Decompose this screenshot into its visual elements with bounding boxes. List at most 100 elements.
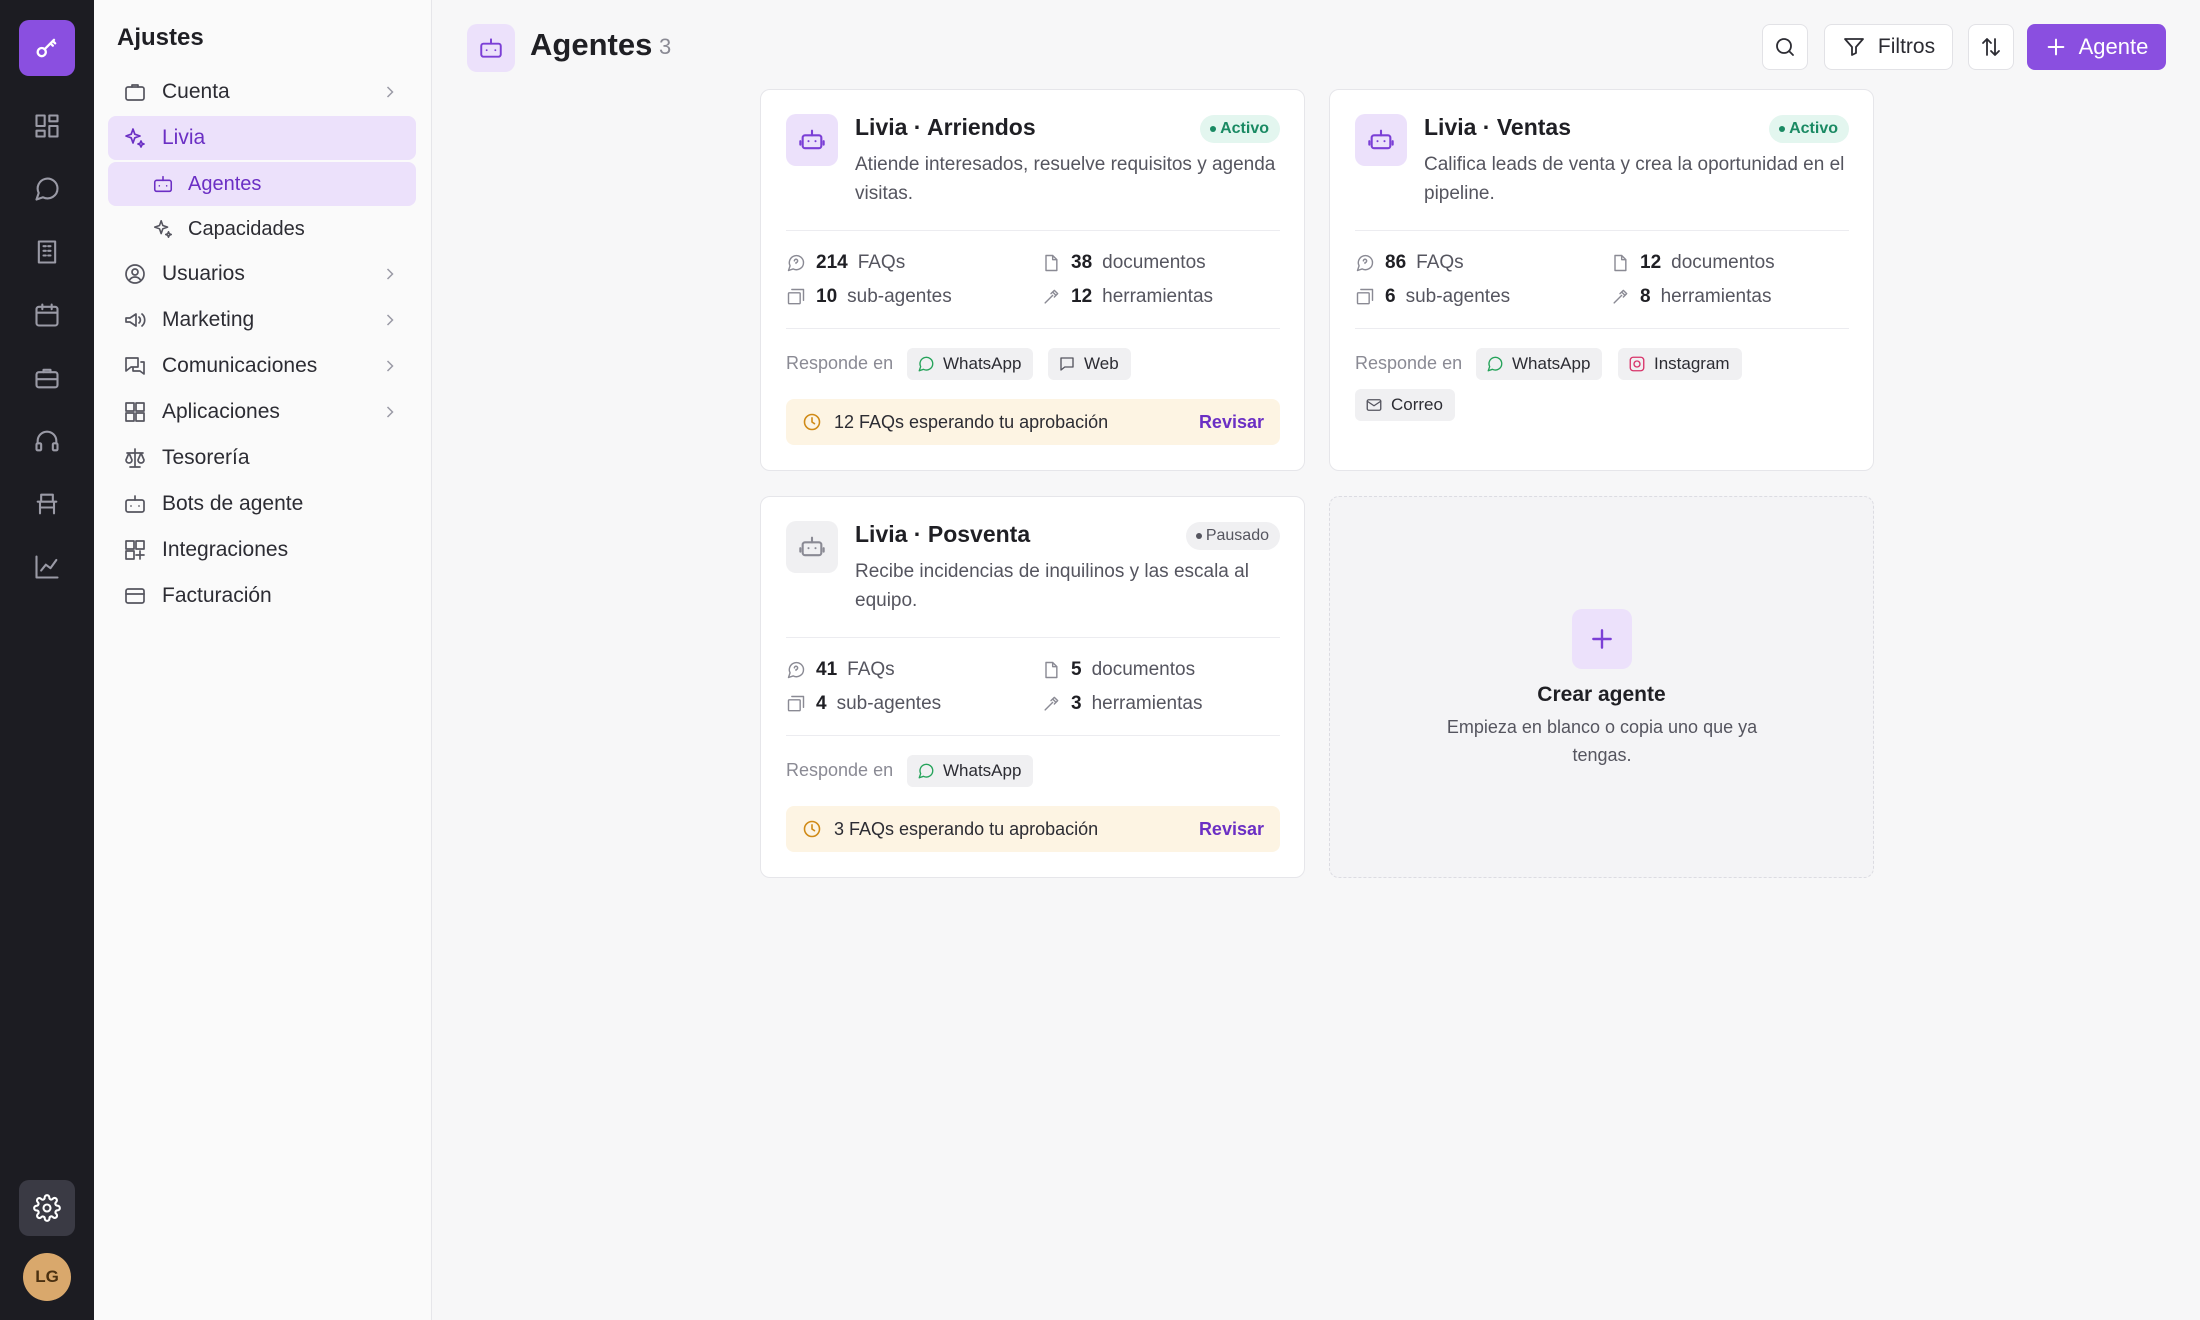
sidebar-title: Ajustes	[117, 24, 204, 51]
sidebar-item-integraciones[interactable]: Integraciones	[108, 528, 416, 572]
tool-icon	[1044, 696, 1059, 711]
scale-icon	[122, 445, 148, 471]
chevron-right-icon	[380, 402, 400, 422]
document-icon	[1614, 254, 1627, 272]
chevron-right-icon	[380, 82, 400, 102]
plus-icon[interactable]	[1572, 609, 1632, 669]
bot-icon	[786, 114, 838, 166]
create-agent-title: Crear agente	[1537, 683, 1666, 706]
divider	[786, 328, 1280, 329]
agent-card[interactable]: Livia · Posventa Pausado Recibe incidenc…	[760, 496, 1305, 878]
bot-icon	[152, 173, 174, 195]
subagents-icon	[787, 288, 805, 305]
calendar-icon[interactable]	[19, 287, 75, 343]
divider	[786, 735, 1280, 736]
sidebar-item-label: Capacidades	[188, 217, 305, 240]
faq-icon	[787, 254, 805, 272]
sort-icon	[1982, 38, 2000, 56]
sidebar-item-aplicaciones[interactable]: Aplicaciones	[108, 390, 416, 434]
sidebar-item-tesoreria[interactable]: Tesorería	[108, 436, 416, 480]
divider	[1355, 328, 1849, 329]
web-chat-icon	[1060, 357, 1074, 371]
stat-documents: 38 documentos	[1041, 252, 1206, 274]
stat-subagents: 4 sub-agentes	[786, 693, 941, 715]
subagents-icon	[787, 695, 805, 712]
user-circle-icon	[122, 261, 148, 287]
chevron-right-icon	[380, 356, 400, 376]
channel-chip-web: Web	[1048, 348, 1131, 380]
sidebar-item-facturacion[interactable]: Facturación	[108, 574, 416, 618]
headset-icon[interactable]	[19, 413, 75, 469]
agent-card[interactable]: Livia · Arriendos Activo Atiende interes…	[760, 89, 1305, 471]
sidebar-item-label: Marketing	[162, 308, 255, 331]
clock-icon	[803, 820, 821, 838]
sidebar-item-agentes[interactable]: Agentes	[108, 162, 416, 206]
settings-sidebar: Ajustes Cuenta Livia Agentes Capacidades…	[94, 0, 432, 1320]
instagram-icon	[1629, 356, 1645, 372]
desk-icon[interactable]	[19, 476, 75, 532]
sidebar-item-comunicaciones[interactable]: Comunicaciones	[108, 344, 416, 388]
agent-card[interactable]: Livia · Ventas Activo Califica leads de …	[1329, 89, 1874, 471]
filters-label: Filtros	[1877, 35, 1936, 58]
sparkle-icon	[122, 125, 148, 151]
pending-text: 3 FAQs esperando tu aprobación	[834, 818, 1099, 839]
responds-label: Responde en	[1355, 353, 1463, 373]
stat-faqs: 41 FAQs	[786, 659, 895, 681]
whatsapp-icon	[918, 356, 934, 372]
user-avatar[interactable]: LG	[23, 1253, 71, 1301]
sort-button[interactable]	[1968, 24, 2014, 70]
bot-icon	[1355, 114, 1407, 166]
review-link[interactable]: Revisar	[1199, 412, 1264, 433]
tool-icon	[1044, 289, 1059, 304]
responds-label: Responde en	[786, 760, 894, 780]
briefcase-icon	[122, 79, 148, 105]
document-icon	[1045, 661, 1058, 679]
review-link[interactable]: Revisar	[1199, 819, 1264, 840]
plus-icon	[2047, 38, 2064, 56]
app-logo-key-icon[interactable]	[19, 20, 75, 76]
sidebar-item-capacidades[interactable]: Capacidades	[108, 207, 416, 251]
chevron-right-icon	[380, 310, 400, 330]
status-badge: Activo	[1200, 115, 1280, 143]
messages-icon	[122, 353, 148, 379]
sidebar-item-bots-de-agente[interactable]: Bots de agente	[108, 482, 416, 526]
sidebar-item-cuenta[interactable]: Cuenta	[108, 70, 416, 114]
sidebar-item-usuarios[interactable]: Usuarios	[108, 252, 416, 296]
sidebar-item-livia[interactable]: Livia	[108, 116, 416, 160]
stat-tools: 8 herramientas	[1610, 286, 1771, 308]
dashboard-icon[interactable]	[19, 98, 75, 154]
sidebar-item-marketing[interactable]: Marketing	[108, 298, 416, 342]
agent-count: 3	[659, 34, 672, 59]
agent-description: Atiende interesados, resuelve requisitos…	[855, 154, 1276, 204]
sidebar-item-label: Livia	[162, 126, 206, 149]
briefcase-icon[interactable]	[19, 350, 75, 406]
stat-tools: 3 herramientas	[1041, 693, 1202, 715]
search-button[interactable]	[1762, 24, 1808, 70]
gear-icon[interactable]	[19, 1180, 75, 1236]
divider	[786, 230, 1280, 231]
app-rail: LG	[0, 0, 94, 1320]
new-agent-button[interactable]: Agente	[2027, 24, 2166, 70]
credit-card-icon	[122, 583, 148, 609]
divider	[786, 637, 1280, 638]
create-agent-card[interactable]: Crear agente Empieza en blanco o copia u…	[1329, 496, 1874, 878]
tool-icon	[1613, 289, 1628, 304]
sidebar-item-label: Agentes	[188, 172, 262, 195]
bot-icon	[122, 491, 148, 517]
agent-name: Livia · Ventas	[1424, 114, 1572, 140]
pending-approval-banner: 3 FAQs esperando tu aprobación Revisar	[786, 806, 1280, 852]
chart-icon[interactable]	[19, 539, 75, 595]
bot-icon	[786, 521, 838, 573]
whatsapp-icon	[1487, 356, 1503, 372]
channel-chip-correo: Correo	[1355, 389, 1455, 421]
sidebar-item-label: Integraciones	[162, 538, 289, 561]
stat-subagents: 6 sub-agentes	[1355, 286, 1510, 308]
responds-label: Responde en	[786, 353, 894, 373]
filters-button[interactable]: Filtros	[1824, 24, 1953, 70]
building-icon[interactable]	[19, 224, 75, 280]
sparkle-icon	[152, 218, 174, 240]
channel-chip-whatsapp: WhatsApp	[907, 348, 1034, 380]
channel-chip-instagram: Instagram	[1618, 348, 1742, 380]
chat-icon[interactable]	[19, 161, 75, 217]
channel-chip-whatsapp: WhatsApp	[1476, 348, 1603, 380]
